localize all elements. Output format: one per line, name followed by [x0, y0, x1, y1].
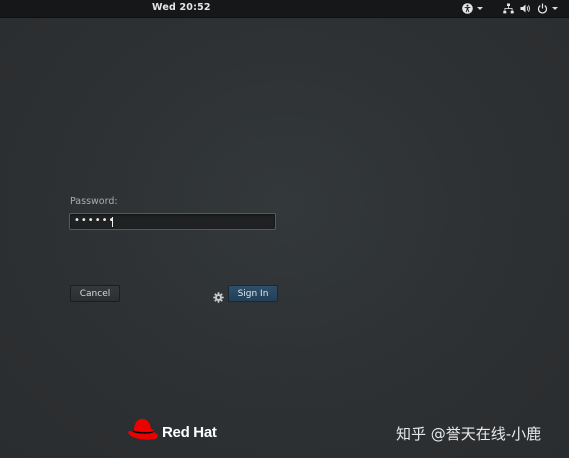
accessibility-menu[interactable]	[462, 1, 483, 16]
system-menu[interactable]	[503, 1, 558, 16]
red-hat-logo: Red Hat	[127, 417, 217, 447]
logo-text: Red Hat	[162, 423, 217, 441]
password-value: ••••••	[74, 215, 116, 226]
watermark-text: 知乎 @誉天在线-小鹿	[396, 425, 542, 443]
password-field[interactable]: ••••••	[69, 213, 276, 230]
chevron-down-icon	[552, 7, 558, 10]
network-icon	[503, 3, 514, 14]
chevron-down-icon	[477, 7, 483, 10]
password-label: Password:	[70, 196, 118, 207]
clock[interactable]: Wed 20:52	[152, 2, 211, 13]
login-screen: Wed 20:52 Password: •••••• Cancel Sign I…	[0, 0, 569, 458]
red-hat-icon	[127, 417, 159, 447]
cancel-button[interactable]: Cancel	[70, 285, 120, 302]
text-cursor	[112, 217, 113, 227]
volume-icon	[520, 3, 531, 14]
accessibility-icon	[462, 3, 473, 14]
gear-icon[interactable]	[213, 288, 224, 303]
power-icon	[537, 3, 548, 14]
top-bar: Wed 20:52	[0, 0, 569, 18]
sign-in-button[interactable]: Sign In	[228, 285, 278, 302]
